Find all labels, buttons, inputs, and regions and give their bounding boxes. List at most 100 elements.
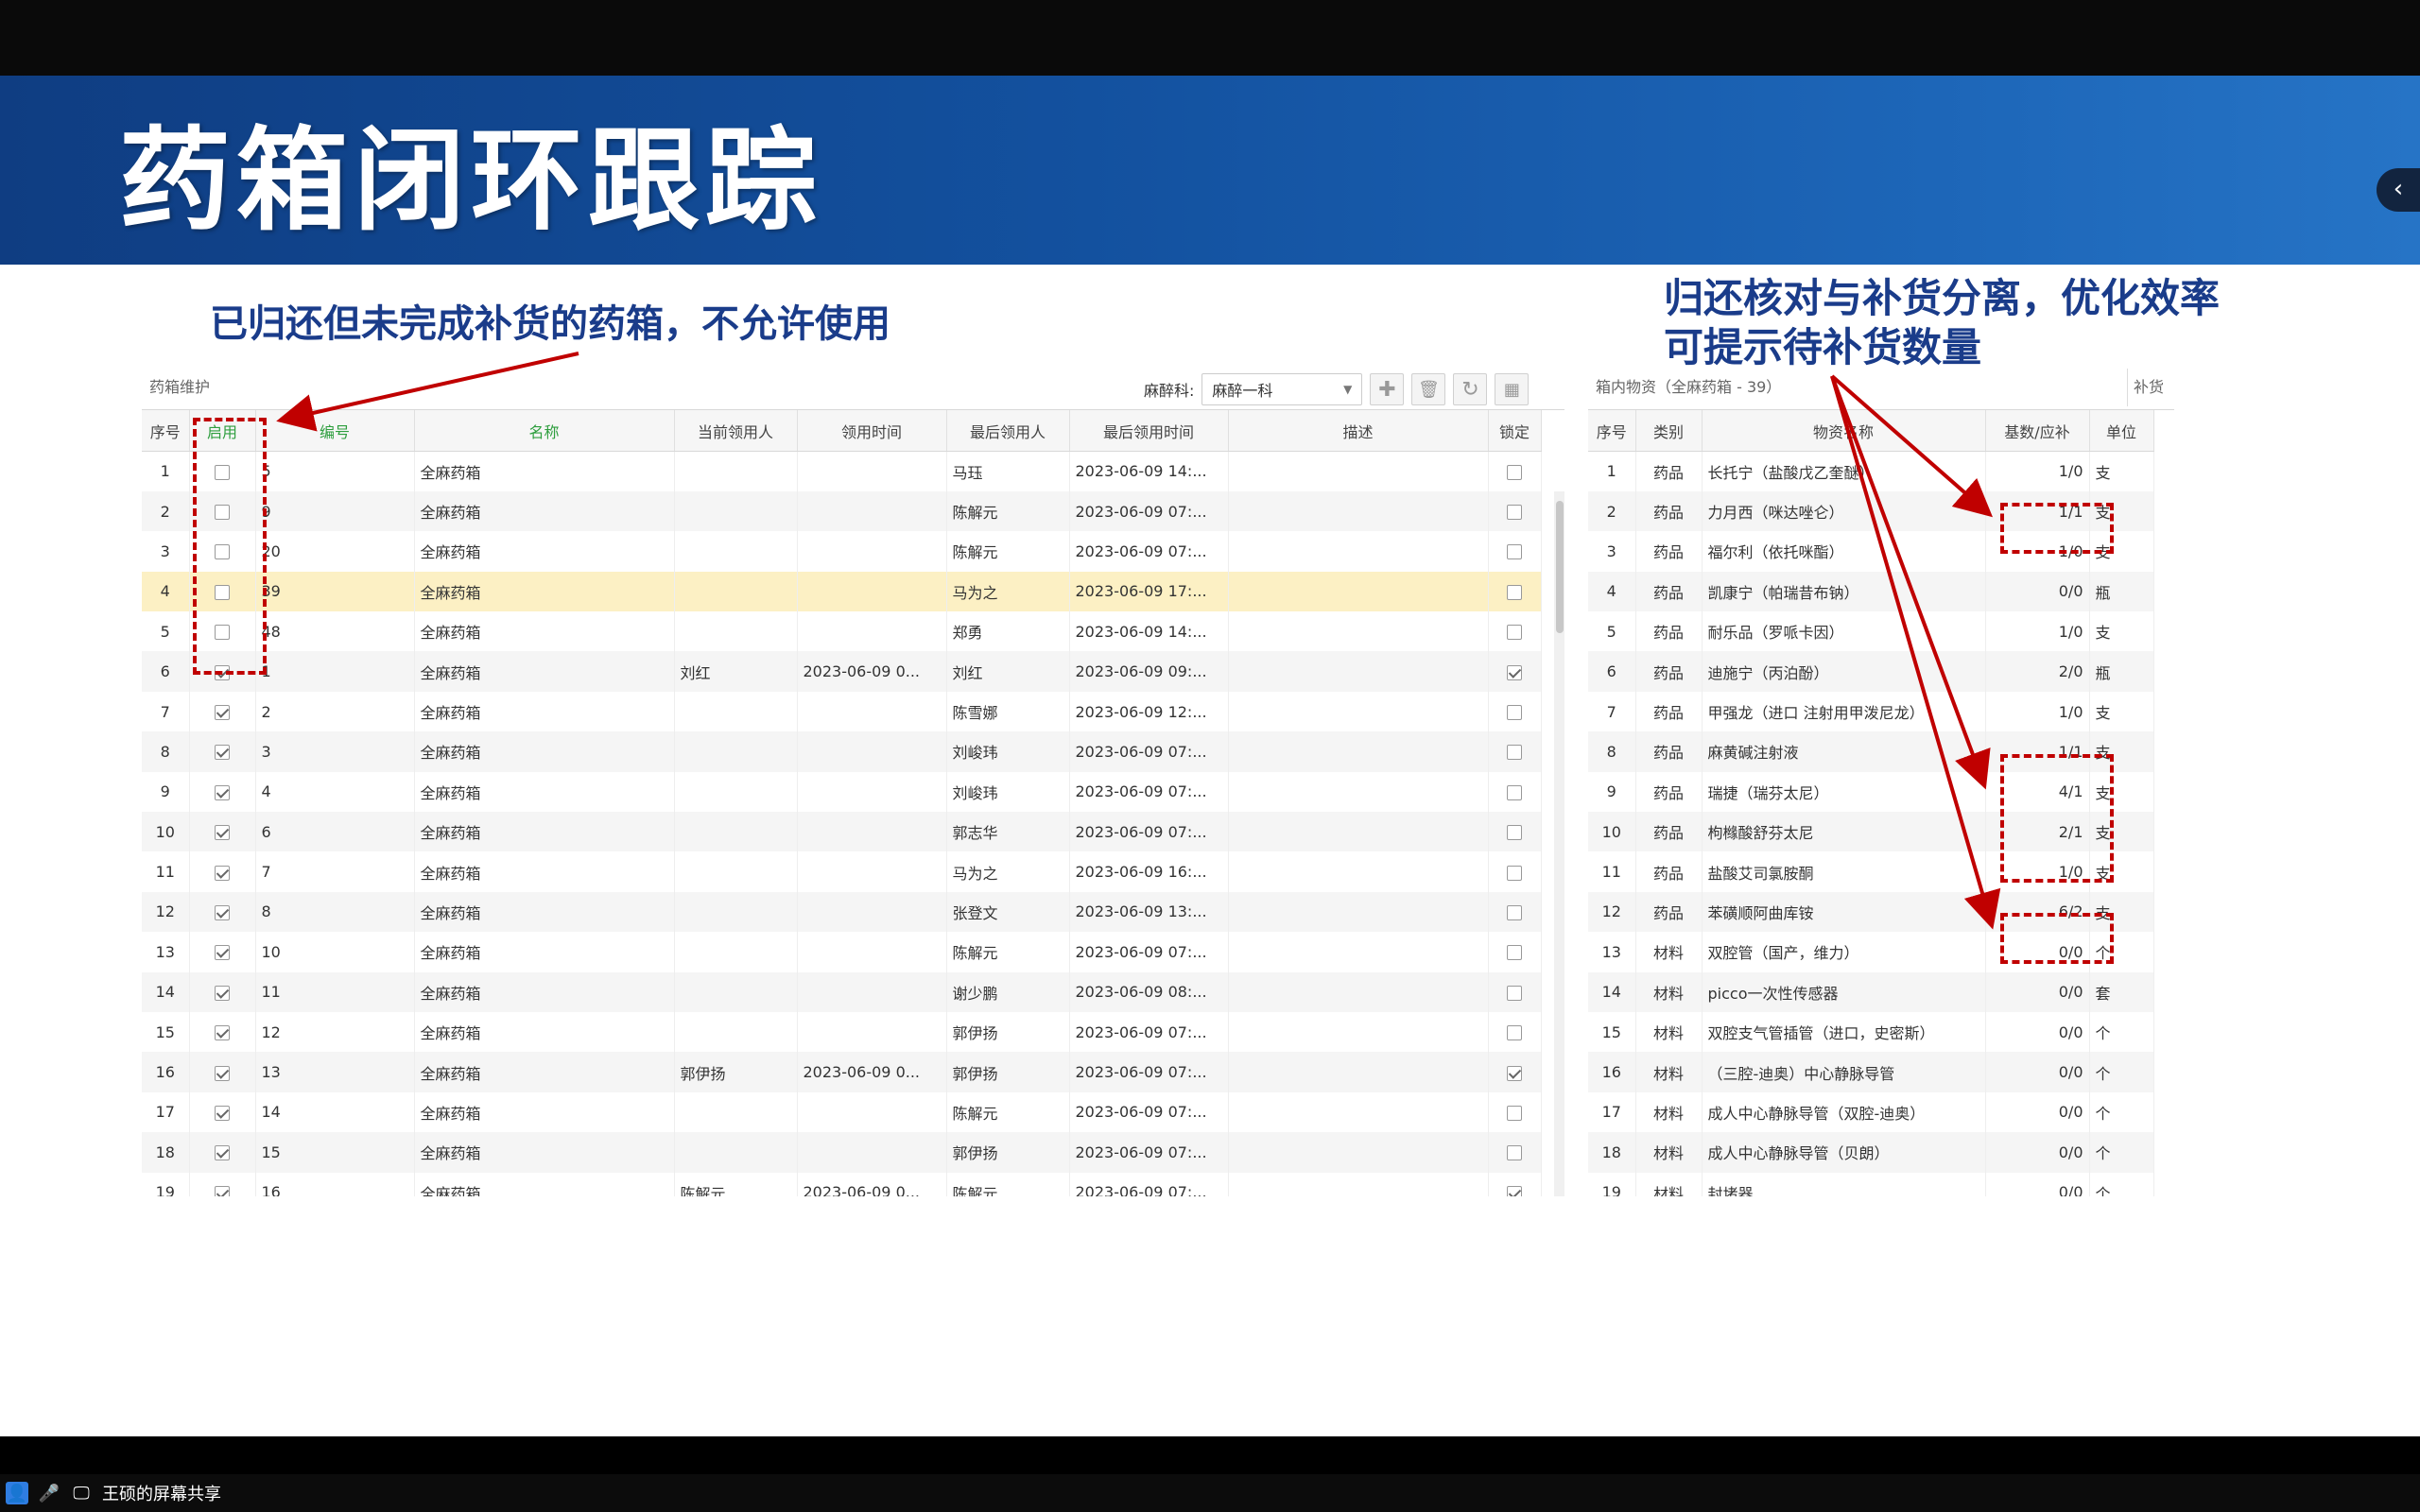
replenish-button[interactable]: 补货: [2127, 369, 2179, 406]
locked-cell[interactable]: [1488, 932, 1542, 972]
table-row[interactable]: 13 10 全麻药箱 陈解元 2023-06-09 07:...: [142, 932, 1542, 972]
locked-cell[interactable]: [1488, 1132, 1542, 1173]
department-select[interactable]: 麻醉一科 ▼: [1201, 373, 1363, 405]
column-header[interactable]: 最后领用人: [946, 410, 1070, 452]
enabled-checkbox[interactable]: [215, 945, 230, 961]
locked-cell[interactable]: [1488, 971, 1542, 1012]
table-row[interactable]: 11 7 全麻药箱 马为之 2023-06-09 16:...: [142, 851, 1542, 892]
enabled-checkbox[interactable]: [215, 904, 230, 920]
locked-checkbox[interactable]: [1507, 1025, 1522, 1041]
column-header[interactable]: 序号: [1588, 410, 1636, 452]
table-row[interactable]: 4 药品 凯康宁（帕瑞昔布钠） 0/0 瓶: [1588, 571, 2154, 612]
locked-checkbox[interactable]: [1507, 544, 1522, 560]
table-row[interactable]: 16 材料 （三腔-迪奥）中心静脉导管 0/0 个: [1588, 1052, 2154, 1092]
column-header[interactable]: 单位: [2089, 410, 2154, 452]
column-header[interactable]: 领用时间: [797, 410, 947, 452]
locked-cell[interactable]: [1488, 490, 1542, 532]
enabled-cell[interactable]: [189, 812, 256, 852]
table-row[interactable]: 2 9 全麻药箱 陈解元 2023-06-09 07:...: [142, 490, 1542, 532]
locked-cell[interactable]: [1488, 891, 1542, 933]
locked-checkbox[interactable]: [1507, 945, 1522, 961]
column-header[interactable]: 基数/应补: [1985, 410, 2090, 452]
table-row[interactable]: 6 1 全麻药箱 刘红 2023-06-09 0... 刘红 2023-06-09 09:.…: [142, 651, 1542, 692]
enabled-cell[interactable]: [189, 1132, 256, 1173]
table-row[interactable]: 4 39 全麻药箱 马为之 2023-06-09 17:...: [142, 571, 1542, 612]
enabled-checkbox[interactable]: [215, 1185, 230, 1196]
locked-checkbox[interactable]: [1507, 1105, 1522, 1121]
table-row[interactable]: 9 4 全麻药箱 刘峻玮 2023-06-09 07:...: [142, 771, 1542, 813]
locked-checkbox[interactable]: [1507, 825, 1522, 841]
table-row[interactable]: 10 6 全麻药箱 郭志华 2023-06-09 07:...: [142, 812, 1542, 852]
enabled-cell[interactable]: [189, 932, 256, 972]
table-row[interactable]: 6 药品 迪施宁（丙泊酚） 2/0 瓶: [1588, 651, 2154, 692]
locked-cell[interactable]: [1488, 691, 1542, 732]
scrollbar-thumb[interactable]: [1556, 501, 1564, 633]
enabled-checkbox[interactable]: [215, 985, 230, 1001]
locked-checkbox[interactable]: [1507, 705, 1522, 721]
table-row[interactable]: 1 药品 长托宁（盐酸戊乙奎醚） 1/0 支: [1588, 451, 2154, 491]
table-row[interactable]: 12 8 全麻药箱 张登文 2023-06-09 13:...: [142, 891, 1542, 933]
enabled-cell[interactable]: [189, 691, 256, 732]
table-row[interactable]: 14 11 全麻药箱 谢少鹏 2023-06-09 08:...: [142, 971, 1542, 1012]
locked-cell[interactable]: [1488, 851, 1542, 892]
add-icon[interactable]: ✚: [1370, 373, 1405, 405]
enabled-cell[interactable]: [189, 771, 256, 813]
locked-cell[interactable]: [1488, 1052, 1542, 1092]
locked-checkbox[interactable]: [1507, 865, 1522, 881]
locked-cell[interactable]: [1488, 731, 1542, 772]
table-row[interactable]: 7 2 全麻药箱 陈雪娜 2023-06-09 12:...: [142, 691, 1542, 732]
enabled-cell[interactable]: [189, 891, 256, 933]
column-header[interactable]: 类别: [1635, 410, 1703, 452]
column-header[interactable]: 名称: [414, 410, 675, 452]
enabled-checkbox[interactable]: [215, 784, 230, 800]
table-row[interactable]: 8 3 全麻药箱 刘峻玮 2023-06-09 07:...: [142, 731, 1542, 772]
locked-cell[interactable]: [1488, 451, 1542, 491]
table-row[interactable]: 17 材料 成人中心静脉导管（双腔-迪奥） 0/0 个: [1588, 1091, 2154, 1133]
chevron-left-icon[interactable]: ‹: [2377, 168, 2420, 212]
locked-cell[interactable]: [1488, 1011, 1542, 1053]
enabled-checkbox[interactable]: [215, 865, 230, 881]
table-row[interactable]: 7 药品 甲强龙（进口 注射用甲泼尼龙） 1/0 支: [1588, 691, 2154, 732]
locked-checkbox[interactable]: [1507, 745, 1522, 761]
table-row[interactable]: 5 药品 耐乐品（罗哌卡因） 1/0 支: [1588, 611, 2154, 652]
enabled-checkbox[interactable]: [215, 1065, 230, 1081]
locked-checkbox[interactable]: [1507, 505, 1522, 521]
locked-checkbox[interactable]: [1507, 1065, 1522, 1081]
enabled-cell[interactable]: [189, 851, 256, 892]
enabled-cell[interactable]: [189, 731, 256, 772]
enabled-cell[interactable]: [189, 1172, 256, 1196]
locked-checkbox[interactable]: [1507, 985, 1522, 1001]
table-row[interactable]: 1 5 全麻药箱 马珏 2023-06-09 14:...: [142, 451, 1542, 491]
enabled-checkbox[interactable]: [215, 745, 230, 761]
enabled-checkbox[interactable]: [215, 825, 230, 841]
vertical-scrollbar[interactable]: [1554, 491, 1564, 1196]
locked-cell[interactable]: [1488, 531, 1542, 572]
table-row[interactable]: 15 材料 双腔支气管插管（进口，史密斯） 0/0 个: [1588, 1011, 2154, 1053]
enabled-cell[interactable]: [189, 1091, 256, 1133]
table-row[interactable]: 19 材料 封堵器 0/0 个: [1588, 1172, 2154, 1196]
locked-checkbox[interactable]: [1507, 464, 1522, 480]
table-row[interactable]: 18 15 全麻药箱 郭伊扬 2023-06-09 07:...: [142, 1132, 1542, 1173]
locked-checkbox[interactable]: [1507, 584, 1522, 600]
enabled-cell[interactable]: [189, 1011, 256, 1053]
table-row[interactable]: 3 20 全麻药箱 陈解元 2023-06-09 07:...: [142, 531, 1542, 572]
locked-cell[interactable]: [1488, 611, 1542, 652]
locked-cell[interactable]: [1488, 571, 1542, 612]
locked-cell[interactable]: [1488, 771, 1542, 813]
table-row[interactable]: 18 材料 成人中心静脉导管（贝朗） 0/0 个: [1588, 1132, 2154, 1173]
locked-cell[interactable]: [1488, 1091, 1542, 1133]
column-header[interactable]: 编号: [255, 410, 415, 452]
column-header[interactable]: 序号: [142, 410, 190, 452]
table-row[interactable]: 5 48 全麻药箱 郑勇 2023-06-09 14:...: [142, 611, 1542, 652]
table-row[interactable]: 17 14 全麻药箱 陈解元 2023-06-09 07:...: [142, 1091, 1542, 1133]
table-row[interactable]: 15 12 全麻药箱 郭伊扬 2023-06-09 07:...: [142, 1011, 1542, 1053]
enabled-cell[interactable]: [189, 971, 256, 1012]
locked-cell[interactable]: [1488, 1172, 1542, 1196]
locked-checkbox[interactable]: [1507, 1145, 1522, 1161]
locked-cell[interactable]: [1488, 651, 1542, 692]
column-header[interactable]: 锁定: [1488, 410, 1542, 452]
locked-checkbox[interactable]: [1507, 1185, 1522, 1196]
table-row[interactable]: 14 材料 picco一次性传感器 0/0 套: [1588, 971, 2154, 1012]
enabled-cell[interactable]: [189, 1052, 256, 1092]
screen-share-icon[interactable]: 🖵: [70, 1482, 93, 1504]
